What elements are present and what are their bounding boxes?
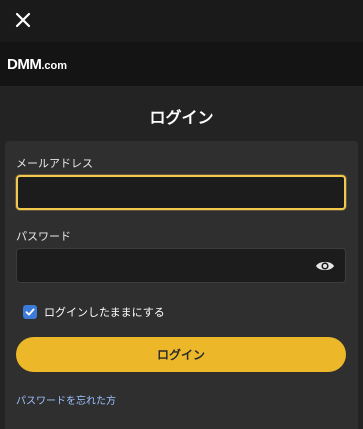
checkmark-icon	[25, 308, 35, 316]
remember-me-option[interactable]: ログインしたままにする	[23, 304, 165, 320]
login-form-card: メールアドレス パスワード ログインしたままにする ログイン パスワードを忘れた…	[5, 141, 358, 429]
email-field-wrapper	[16, 175, 346, 210]
email-label: メールアドレス	[16, 157, 93, 170]
email-field[interactable]	[18, 177, 344, 208]
logo-bar: DMM.com	[0, 42, 363, 86]
close-icon[interactable]	[12, 9, 34, 31]
dmm-logo: DMM.com	[7, 56, 67, 73]
remember-me-checkbox[interactable]	[23, 305, 37, 319]
remember-me-label[interactable]: ログインしたままにする	[44, 304, 165, 320]
password-field-wrapper	[16, 248, 346, 283]
top-bar	[0, 0, 363, 42]
forgot-password-link[interactable]: パスワードを忘れた方	[16, 392, 116, 407]
password-field[interactable]	[17, 249, 345, 282]
logo-suffix: .com	[41, 60, 68, 72]
password-label: パスワード	[16, 230, 71, 243]
logo-main: DMM	[7, 56, 42, 73]
eye-icon[interactable]	[315, 257, 335, 275]
password-visibility-toggle[interactable]	[315, 257, 335, 275]
close-button[interactable]	[12, 9, 34, 31]
login-button[interactable]: ログイン	[16, 337, 346, 372]
page-title: ログイン	[149, 108, 214, 127]
